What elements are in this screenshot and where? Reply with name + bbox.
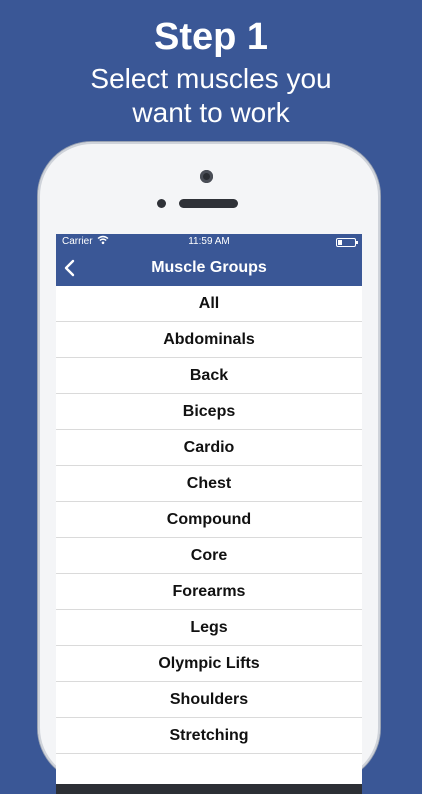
promo-step-title: Step 1 <box>153 16 269 58</box>
status-bar: Carrier 11:59 AM <box>56 234 362 250</box>
promo-subtitle-line2: want to work <box>132 97 290 128</box>
front-camera <box>200 170 213 183</box>
nav-title: Muscle Groups <box>151 259 267 276</box>
muscle-group-list: All Abdominals Back Biceps Cardio Chest Compou… <box>56 286 362 754</box>
proximity-sensor <box>157 199 166 208</box>
muscle-group-item[interactable]: Abdominals <box>56 322 362 358</box>
bottom-toolbar <box>56 784 362 794</box>
muscle-group-item[interactable]: Core <box>56 538 362 574</box>
muscle-group-item[interactable]: Legs <box>56 610 362 646</box>
muscle-group-item[interactable]: Shoulders <box>56 682 362 718</box>
battery-icon <box>336 238 358 247</box>
muscle-group-item[interactable]: Forearms <box>56 574 362 610</box>
muscle-group-item[interactable]: Olympic Lifts <box>56 646 362 682</box>
phone-frame: Carrier 11:59 AM Muscle Groups All Abdomi… <box>38 142 380 794</box>
phone-screen: Carrier 11:59 AM Muscle Groups All Abdomi… <box>56 234 362 794</box>
promo-headline: Step 1 Select muscles you want to work <box>0 14 422 130</box>
muscle-group-item[interactable]: Stretching <box>56 718 362 754</box>
muscle-group-item[interactable]: Back <box>56 358 362 394</box>
muscle-group-item[interactable]: Chest <box>56 466 362 502</box>
promo-subtitle-line1: Select muscles you <box>90 63 332 94</box>
muscle-group-item[interactable]: All <box>56 286 362 322</box>
earpiece-speaker <box>179 199 238 208</box>
status-time: 11:59 AM <box>188 236 230 247</box>
muscle-group-item[interactable]: Biceps <box>56 394 362 430</box>
muscle-group-item[interactable]: Cardio <box>56 430 362 466</box>
muscle-group-item[interactable]: Compound <box>56 502 362 538</box>
nav-bar: Muscle Groups <box>56 250 362 286</box>
